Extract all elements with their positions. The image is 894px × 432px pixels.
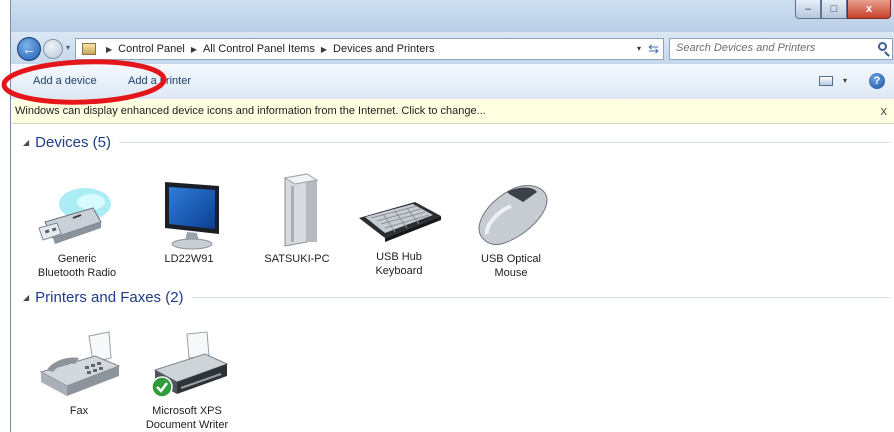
back-button[interactable]: ← — [17, 37, 41, 61]
device-label: SATSUKI-PC — [264, 253, 330, 265]
address-bar[interactable]: ▶ Control Panel ▶ All Control Panel Item… — [75, 38, 664, 60]
device-item-satsuki-pc[interactable]: SATSUKI-PC — [251, 172, 343, 266]
printers-group-title: Printers and Faxes (2) — [35, 288, 184, 306]
information-bar-text[interactable]: Windows can display enhanced device icon… — [15, 105, 486, 117]
information-bar[interactable]: Windows can display enhanced device icon… — [11, 99, 894, 124]
device-label: USB Hub Keyboard — [375, 251, 423, 277]
devices-group-header[interactable]: ◢ Devices (5) — [23, 133, 891, 151]
information-bar-close-icon[interactable]: x — [881, 103, 888, 118]
add-device-button[interactable]: Add a device — [33, 75, 97, 87]
printer-item-fax[interactable]: Fax — [33, 330, 125, 418]
caption-buttons: – □ x — [795, 0, 891, 20]
device-item-usb-hub-keyboard[interactable]: USB Hub Keyboard — [353, 188, 445, 278]
breadcrumb-control-panel[interactable]: Control Panel — [118, 43, 185, 55]
navigation-bar: ← ▾ ▶ Control Panel ▶ All Control Panel … — [11, 32, 894, 64]
device-item-ld22w91[interactable]: LD22W91 — [143, 178, 235, 266]
search-box — [669, 38, 893, 60]
command-bar: Add a device Add a printer ▾ ? — [11, 64, 894, 100]
help-icon[interactable]: ? — [869, 73, 885, 89]
mouse-icon — [478, 185, 548, 245]
device-label: Generic Bluetooth Radio — [37, 253, 117, 279]
device-label: USB Optical Mouse — [481, 253, 541, 279]
forward-button[interactable] — [43, 39, 63, 59]
view-options-dropdown-icon[interactable]: ▾ — [843, 76, 847, 85]
control-panel-icon — [82, 43, 96, 55]
change-view-icon[interactable] — [819, 76, 833, 86]
group-divider — [119, 141, 891, 143]
address-dropdown-icon[interactable]: ▾ — [637, 44, 641, 53]
keyboard-icon — [359, 202, 441, 242]
device-label: Microsoft XPS Document Writer — [145, 405, 229, 431]
device-label: Fax — [69, 405, 89, 417]
minimize-button[interactable]: – — [795, 0, 821, 19]
device-label: LD22W91 — [164, 253, 214, 265]
collapse-arrow-icon[interactable]: ◢ — [23, 138, 29, 147]
minimize-icon: – — [804, 3, 812, 15]
breadcrumb-chevron-icon[interactable]: ▶ — [321, 45, 327, 54]
device-item-usb-optical-mouse[interactable]: USB Optical Mouse — [465, 178, 557, 280]
history-dropdown-icon[interactable]: ▾ — [66, 43, 70, 52]
back-arrow-icon: ← — [22, 41, 36, 57]
device-item-generic-bluetooth-radio[interactable]: Generic Bluetooth Radio — [31, 178, 123, 280]
monitor-icon — [165, 182, 219, 250]
usb-bluetooth-adapter-icon — [38, 188, 111, 244]
breadcrumb-chevron-icon[interactable]: ▶ — [106, 45, 112, 54]
default-printer-check-icon — [151, 376, 173, 398]
breadcrumb-devices-and-printers[interactable]: Devices and Printers — [333, 43, 435, 55]
refresh-icon[interactable]: ⇆ — [648, 41, 659, 57]
close-icon: x — [865, 3, 873, 15]
computer-tower-icon — [283, 173, 319, 247]
search-input[interactable] — [670, 39, 872, 57]
title-bar[interactable]: – □ x — [11, 0, 894, 32]
maximize-icon: □ — [830, 3, 838, 15]
collapse-arrow-icon[interactable]: ◢ — [23, 293, 29, 302]
maximize-button[interactable]: □ — [821, 0, 847, 19]
search-icon[interactable] — [878, 42, 887, 51]
devices-and-printers-window: – □ x ← ▾ ▶ Control Panel ▶ All Control … — [10, 0, 894, 432]
breadcrumb-all-items[interactable]: All Control Panel Items — [203, 43, 315, 55]
devices-group-title: Devices (5) — [35, 133, 112, 151]
add-printer-button[interactable]: Add a printer — [128, 75, 191, 87]
breadcrumb-chevron-icon[interactable]: ▶ — [191, 45, 197, 54]
close-button[interactable]: x — [847, 0, 891, 19]
printers-group-header[interactable]: ◢ Printers and Faxes (2) — [23, 288, 891, 306]
fax-machine-icon — [39, 331, 121, 396]
printer-item-microsoft-xps-document-writer[interactable]: Microsoft XPS Document Writer — [141, 330, 233, 432]
group-divider — [191, 296, 891, 298]
